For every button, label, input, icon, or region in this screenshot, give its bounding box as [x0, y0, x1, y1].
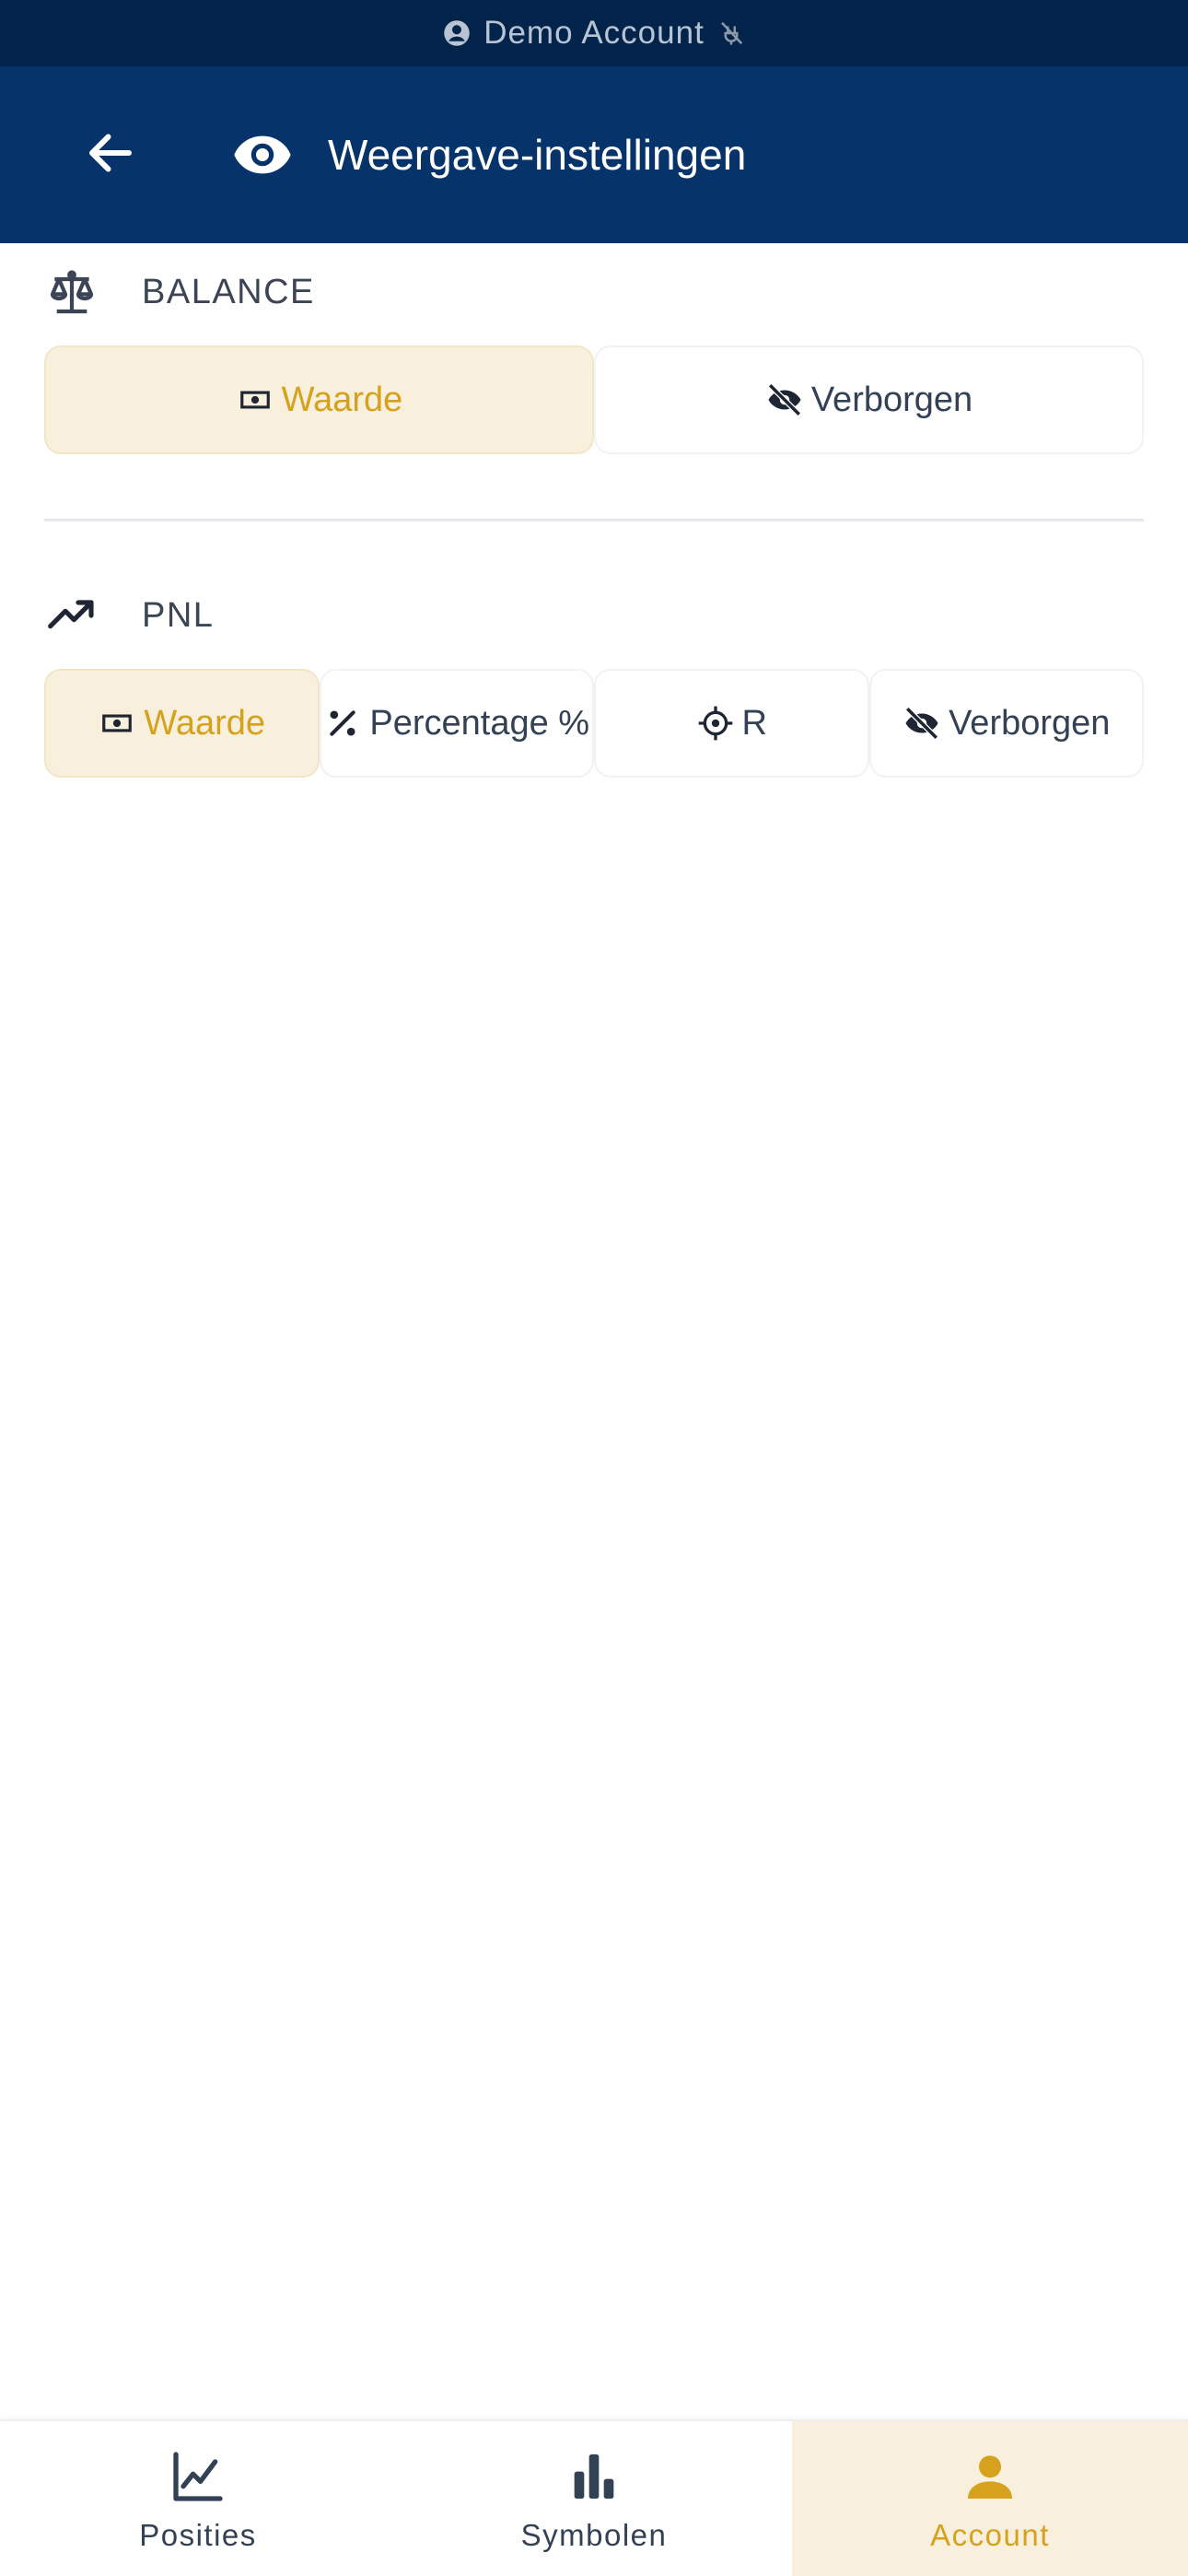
eye-off-icon: [765, 381, 804, 419]
pnl-header-label: PNL: [142, 595, 215, 635]
percent-icon: [323, 704, 362, 743]
nav-item-posities[interactable]: Posities: [0, 2421, 396, 2576]
balance-toggle-group: Waarde Verborgen: [44, 345, 1144, 454]
balance-header-label: BALANCE: [142, 272, 315, 311]
pnl-option-label: R: [741, 703, 767, 743]
trending-up-icon: [44, 588, 99, 643]
bottom-nav: Posities Symbolen Account: [0, 2419, 1188, 2576]
pnl-section-header: PNL: [44, 583, 214, 648]
balance-option-label: Verborgen: [810, 380, 973, 419]
balance-section-header: BALANCE: [44, 260, 315, 324]
status-strip: Demo Account: [0, 0, 1188, 66]
crosshair-icon: [696, 704, 735, 743]
arrow-left-icon: [83, 125, 138, 185]
cash-icon: [236, 381, 274, 419]
nav-label: Account: [930, 2518, 1050, 2552]
page-title: Weergave-instellingen: [328, 131, 747, 179]
pnl-option-r[interactable]: R: [594, 669, 869, 778]
eye-icon: [230, 123, 295, 187]
nav-item-symbolen[interactable]: Symbolen: [396, 2421, 792, 2576]
status-account-label: Demo Account: [483, 15, 705, 51]
cash-icon: [98, 704, 136, 743]
chart-line-icon: [166, 2444, 230, 2509]
link-off-icon: [717, 19, 745, 47]
nav-label: Symbolen: [520, 2518, 668, 2552]
pnl-option-waarde[interactable]: Waarde: [44, 669, 320, 778]
pnl-option-label: Percentage %: [369, 703, 590, 743]
person-icon: [958, 2444, 1022, 2509]
bar-chart-icon: [562, 2444, 626, 2509]
balance-option-verborgen[interactable]: Verborgen: [594, 345, 1144, 454]
pnl-option-label: Waarde: [144, 703, 266, 743]
nav-item-account[interactable]: Account: [792, 2421, 1188, 2576]
pnl-option-verborgen[interactable]: Verborgen: [868, 669, 1144, 778]
balance-option-label: Waarde: [281, 380, 403, 419]
balance-option-waarde[interactable]: Waarde: [44, 345, 594, 454]
nav-label: Posities: [139, 2518, 257, 2552]
back-button[interactable]: [74, 118, 147, 192]
account-circle-icon: [443, 19, 471, 47]
pnl-option-label: Verborgen: [949, 703, 1111, 743]
pnl-option-percentage[interactable]: Percentage %: [319, 669, 594, 778]
app-bar: Weergave-instellingen: [0, 66, 1188, 243]
scale-balance-icon: [44, 264, 99, 320]
eye-off-icon: [903, 704, 941, 743]
pnl-toggle-group: Waarde Percentage % R Verborgen: [44, 669, 1144, 778]
section-divider: [44, 519, 1144, 521]
